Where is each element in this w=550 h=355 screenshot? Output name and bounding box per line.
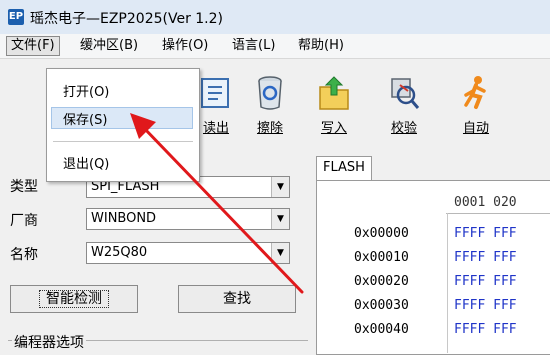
annotation-arrow-icon: [130, 113, 304, 294]
